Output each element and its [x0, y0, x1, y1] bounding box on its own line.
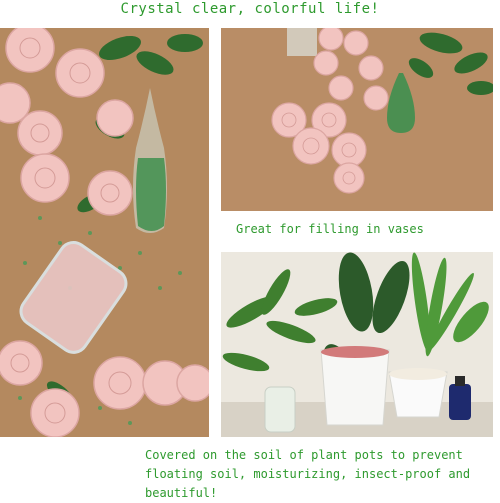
headline-caption: Crystal clear, colorful life!: [120, 1, 380, 17]
plant-pot-caption: Covered on the soil of plant pots to pre…: [145, 448, 471, 500]
photo-potted-plants: [221, 252, 493, 437]
photo-roses-with-vase-and-jar: [0, 28, 209, 437]
photo-vase-with-roses: [221, 28, 493, 211]
vase-scene-illustration: [221, 28, 493, 211]
roses-scene-illustration: [0, 28, 209, 437]
vase-filling-caption: Great for filling in vases: [236, 222, 424, 236]
plants-scene-illustration: [221, 252, 493, 437]
